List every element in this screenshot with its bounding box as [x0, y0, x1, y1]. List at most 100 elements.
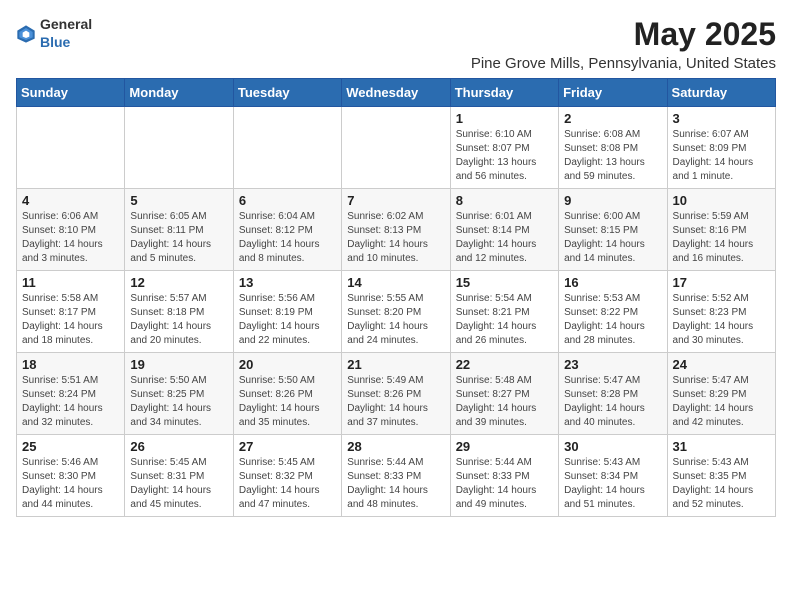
day-cell: 4Sunrise: 6:06 AMSunset: 8:10 PMDaylight… — [17, 189, 125, 271]
logo: General Blue — [16, 16, 92, 52]
day-info: Sunrise: 5:51 AMSunset: 8:24 PMDaylight:… — [22, 374, 119, 430]
header-day-sunday: Sunday — [17, 79, 125, 107]
week-row-5: 25 Sunrise: 5:46 AMSunset: 8:30 PMDayligh… — [17, 435, 776, 517]
day-number: 21 — [347, 357, 444, 372]
day-cell: 14 Sunrise: 5:55 AMSunset: 8:20 PMDayligh… — [342, 271, 450, 353]
day-info: Sunrise: 5:47 AMSunset: 8:28 PMDaylight:… — [564, 374, 661, 430]
day-info: Sunrise: 5:49 AMSunset: 8:26 PMDaylight:… — [347, 374, 444, 430]
day-number: 6 — [239, 193, 336, 208]
subtitle: Pine Grove Mills, Pennsylvania, United S… — [471, 55, 776, 72]
day-info: Sunrise: 5:45 AMSunset: 8:32 PMDaylight:… — [239, 456, 336, 512]
day-info: Sunrise: 5:54 AMSunset: 8:21 PMDaylight:… — [456, 292, 553, 348]
day-cell: 30Sunrise: 5:43 AMSunset: 8:34 PMDayligh… — [559, 435, 667, 517]
day-cell: 9 Sunrise: 6:00 AMSunset: 8:15 PMDaylight… — [559, 189, 667, 271]
day-number: 15 — [456, 275, 553, 290]
day-number: 9 — [564, 193, 661, 208]
logo-text: General Blue — [40, 16, 92, 52]
day-info: Sunrise: 6:05 AMSunset: 8:11 PMDaylight:… — [130, 210, 227, 266]
calendar-header: SundayMondayTuesdayWednesdayThursdayFrid… — [17, 79, 776, 107]
day-info: Sunrise: 6:08 AMSunset: 8:08 PMDaylight:… — [564, 128, 661, 184]
day-number: 8 — [456, 193, 553, 208]
day-info: Sunrise: 5:46 AMSunset: 8:30 PMDaylight:… — [22, 456, 119, 512]
day-info: Sunrise: 5:58 AMSunset: 8:17 PMDaylight:… — [22, 292, 119, 348]
day-info: Sunrise: 6:00 AMSunset: 8:15 PMDaylight:… — [564, 210, 661, 266]
day-info: Sunrise: 5:56 AMSunset: 8:19 PMDaylight:… — [239, 292, 336, 348]
day-cell — [233, 107, 341, 189]
day-cell: 29Sunrise: 5:44 AMSunset: 8:33 PMDayligh… — [450, 435, 558, 517]
day-number: 31 — [673, 439, 770, 454]
day-cell: 28Sunrise: 5:44 AMSunset: 8:33 PMDayligh… — [342, 435, 450, 517]
day-info: Sunrise: 5:50 AMSunset: 8:26 PMDaylight:… — [239, 374, 336, 430]
header-day-friday: Friday — [559, 79, 667, 107]
day-number: 22 — [456, 357, 553, 372]
day-number: 11 — [22, 275, 119, 290]
day-info: Sunrise: 5:52 AMSunset: 8:23 PMDaylight:… — [673, 292, 770, 348]
day-number: 5 — [130, 193, 227, 208]
logo-icon — [16, 24, 36, 44]
day-cell — [125, 107, 233, 189]
week-row-1: 1 Sunrise: 6:10 AMSunset: 8:07 PMDaylight… — [17, 107, 776, 189]
day-cell — [17, 107, 125, 189]
day-number: 1 — [456, 111, 553, 126]
title-area: May 2025 Pine Grove Mills, Pennsylvania,… — [471, 16, 776, 72]
day-number: 27 — [239, 439, 336, 454]
day-info: Sunrise: 5:50 AMSunset: 8:25 PMDaylight:… — [130, 374, 227, 430]
logo-general: General — [40, 16, 92, 32]
day-cell: 15 Sunrise: 5:54 AMSunset: 8:21 PMDayligh… — [450, 271, 558, 353]
day-number: 17 — [673, 275, 770, 290]
day-cell: 2 Sunrise: 6:08 AMSunset: 8:08 PMDaylight… — [559, 107, 667, 189]
day-number: 10 — [673, 193, 770, 208]
day-cell: 20Sunrise: 5:50 AMSunset: 8:26 PMDayligh… — [233, 353, 341, 435]
day-cell: 1 Sunrise: 6:10 AMSunset: 8:07 PMDaylight… — [450, 107, 558, 189]
calendar-body: 1 Sunrise: 6:10 AMSunset: 8:07 PMDaylight… — [17, 107, 776, 517]
day-number: 7 — [347, 193, 444, 208]
day-info: Sunrise: 5:59 AMSunset: 8:16 PMDaylight:… — [673, 210, 770, 266]
day-number: 29 — [456, 439, 553, 454]
day-info: Sunrise: 6:01 AMSunset: 8:14 PMDaylight:… — [456, 210, 553, 266]
header-day-tuesday: Tuesday — [233, 79, 341, 107]
day-cell: 31Sunrise: 5:43 AMSunset: 8:35 PMDayligh… — [667, 435, 775, 517]
day-number: 19 — [130, 357, 227, 372]
day-info: Sunrise: 6:04 AMSunset: 8:12 PMDaylight:… — [239, 210, 336, 266]
day-cell: 22Sunrise: 5:48 AMSunset: 8:27 PMDayligh… — [450, 353, 558, 435]
day-cell: 27 Sunrise: 5:45 AMSunset: 8:32 PMDayligh… — [233, 435, 341, 517]
day-cell: 6 Sunrise: 6:04 AMSunset: 8:12 PMDaylight… — [233, 189, 341, 271]
day-cell: 10 Sunrise: 5:59 AMSunset: 8:16 PMDayligh… — [667, 189, 775, 271]
logo-blue: Blue — [40, 34, 70, 50]
day-number: 13 — [239, 275, 336, 290]
header-day-wednesday: Wednesday — [342, 79, 450, 107]
day-number: 25 — [22, 439, 119, 454]
week-row-2: 4Sunrise: 6:06 AMSunset: 8:10 PMDaylight… — [17, 189, 776, 271]
day-cell: 18Sunrise: 5:51 AMSunset: 8:24 PMDayligh… — [17, 353, 125, 435]
day-cell: 21 Sunrise: 5:49 AMSunset: 8:26 PMDayligh… — [342, 353, 450, 435]
day-info: Sunrise: 5:55 AMSunset: 8:20 PMDaylight:… — [347, 292, 444, 348]
day-cell: 23 Sunrise: 5:47 AMSunset: 8:28 PMDayligh… — [559, 353, 667, 435]
week-row-3: 11 Sunrise: 5:58 AMSunset: 8:17 PMDayligh… — [17, 271, 776, 353]
day-cell — [342, 107, 450, 189]
day-number: 24 — [673, 357, 770, 372]
day-number: 26 — [130, 439, 227, 454]
day-info: Sunrise: 6:10 AMSunset: 8:07 PMDaylight:… — [456, 128, 553, 184]
day-cell: 3Sunrise: 6:07 AMSunset: 8:09 PMDaylight… — [667, 107, 775, 189]
main-title: May 2025 — [471, 16, 776, 53]
day-number: 3 — [673, 111, 770, 126]
day-number: 12 — [130, 275, 227, 290]
day-info: Sunrise: 5:57 AMSunset: 8:18 PMDaylight:… — [130, 292, 227, 348]
day-info: Sunrise: 5:53 AMSunset: 8:22 PMDaylight:… — [564, 292, 661, 348]
day-cell: 7Sunrise: 6:02 AMSunset: 8:13 PMDaylight… — [342, 189, 450, 271]
day-cell: 8 Sunrise: 6:01 AMSunset: 8:14 PMDaylight… — [450, 189, 558, 271]
day-cell: 12 Sunrise: 5:57 AMSunset: 8:18 PMDayligh… — [125, 271, 233, 353]
day-cell: 24 Sunrise: 5:47 AMSunset: 8:29 PMDayligh… — [667, 353, 775, 435]
day-number: 23 — [564, 357, 661, 372]
day-number: 2 — [564, 111, 661, 126]
day-cell: 26 Sunrise: 5:45 AMSunset: 8:31 PMDayligh… — [125, 435, 233, 517]
day-number: 14 — [347, 275, 444, 290]
day-cell: 25 Sunrise: 5:46 AMSunset: 8:30 PMDayligh… — [17, 435, 125, 517]
day-number: 4 — [22, 193, 119, 208]
day-cell: 5 Sunrise: 6:05 AMSunset: 8:11 PMDaylight… — [125, 189, 233, 271]
day-info: Sunrise: 5:47 AMSunset: 8:29 PMDaylight:… — [673, 374, 770, 430]
header-day-thursday: Thursday — [450, 79, 558, 107]
day-cell: 17 Sunrise: 5:52 AMSunset: 8:23 PMDayligh… — [667, 271, 775, 353]
day-info: Sunrise: 5:45 AMSunset: 8:31 PMDaylight:… — [130, 456, 227, 512]
week-row-4: 18Sunrise: 5:51 AMSunset: 8:24 PMDayligh… — [17, 353, 776, 435]
